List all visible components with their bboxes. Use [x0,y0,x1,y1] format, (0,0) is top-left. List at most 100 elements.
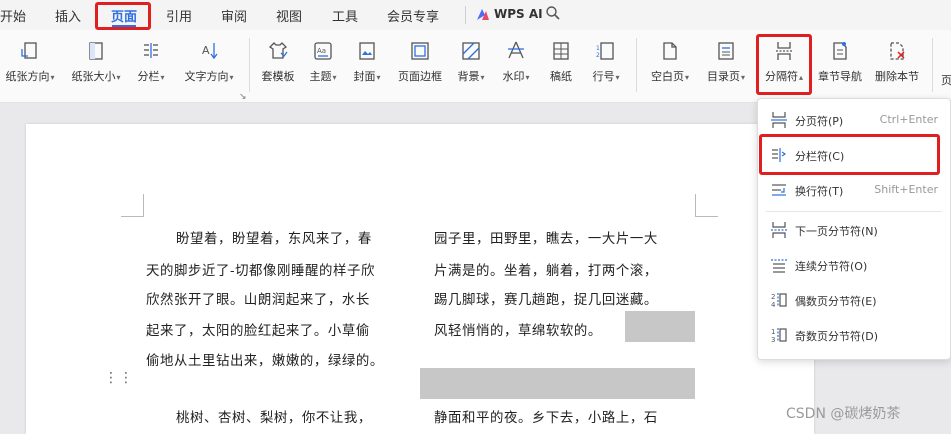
menu-view[interactable]: 视图 [276,6,302,25]
margin-corner-marker [121,194,144,217]
left-column-line[interactable]: 起来了，太阳的脸红起来了。小草偷 [146,319,370,339]
wps-ai-button[interactable]: WPS AI [494,7,543,21]
blank-page-button[interactable]: 空白页▾ [645,40,695,84]
section-nav-button[interactable]: 章节导航 [814,40,866,84]
theme-icon: Aa [314,42,332,60]
menu-member[interactable]: 会员专享 [387,6,439,25]
template-shirt-icon [268,42,288,59]
right-column-line[interactable]: 风轻悄悄的，草绵软软的。 [434,319,602,339]
chevron-down-icon: ▾ [229,73,234,82]
left-column-line[interactable]: 偷地从土里钻出来，嫩嫩的，绿绿的。 [146,349,384,369]
column-break-highlight [759,134,940,175]
page-tab-highlight [95,2,151,30]
next-page-section-icon [771,222,787,238]
menu-item-even-page-section[interactable]: 2 4 偶数页分节符(E) [758,285,950,315]
manuscript-button[interactable]: 稿纸 [546,40,576,84]
odd-page-section-icon: 1 3 [771,328,787,344]
paper-orientation-label: 纸张方向 [5,70,50,83]
background-icon [462,42,480,60]
menu-divider [465,6,466,24]
delete-section-button[interactable]: 删除本节 [870,40,924,84]
svg-text:A: A [202,44,210,57]
chevron-down-icon: ▾ [525,73,530,82]
paper-orientation-button[interactable]: 纸张方向▾ [0,40,60,84]
blank-page-icon [663,42,677,60]
chevron-down-icon: ▾ [480,73,485,82]
menu-review[interactable]: 审阅 [221,6,247,25]
ribbon-overflow-label[interactable]: 页 [941,72,951,88]
menu-item-label: 连续分节符(O) [795,260,868,273]
svg-text:1: 1 [596,45,600,52]
ribbon-divider [932,38,933,92]
menu-item-label: 分页符(P) [795,115,844,128]
columns-label: 分栏 [137,70,160,83]
menu-item-odd-page-section[interactable]: 1 3 奇数页分节符(D) [758,320,950,350]
manuscript-label: 稿纸 [550,70,572,83]
left-column-line[interactable]: 欣然张开了眼。山朗润起来了，水长 [146,288,370,308]
line-number-button[interactable]: 1 2 行号▾ [588,40,624,84]
ribbon-divider [249,38,250,92]
theme-button[interactable]: Aa 主题▾ [305,40,341,84]
left-column-line[interactable]: 天的脚步近了-切都像刚睡醒的样子欣 [146,259,375,279]
menu-references[interactable]: 引用 [166,6,192,25]
template-label: 套模板 [261,70,295,83]
svg-text:2: 2 [596,52,600,59]
cover-label: 封面 [353,70,376,83]
menu-item-continuous-section[interactable]: 连续分节符(O) [758,250,950,280]
chevron-down-icon: ▾ [332,73,337,82]
continuous-section-icon [771,259,787,273]
left-column-line[interactable]: 盼望着，盼望着，东风来了，春 [176,227,372,247]
cover-page-icon [359,42,375,60]
svg-text:Aa: Aa [317,47,326,55]
page-border-label: 页面边框 [398,70,442,83]
dialog-launcher-icon[interactable]: ↘ [239,92,247,102]
right-column-line[interactable]: 片满是的。坐着，躺着，打两个滚， [434,259,658,279]
menu-start[interactable]: 开始 [0,6,26,25]
columns-button[interactable]: 分栏▾ [133,40,169,84]
line-break-icon [772,184,786,196]
delete-section-label: 删除本节 [875,70,919,83]
delete-section-icon [890,42,905,60]
watermark-label: 水印 [502,70,525,83]
menu-item-line-break[interactable]: 换行符(T) Shift+Enter [758,175,950,205]
chevron-down-icon: ▾ [50,73,55,82]
menu-item-label: 偶数页分节符(E) [795,295,877,308]
menu-item-label: 换行符(T) [795,185,844,198]
cover-button[interactable]: 封面▾ [349,40,385,84]
right-column-line[interactable]: 园子里，田野里，瞧去，一大片一大 [434,227,658,247]
page-orientation-icon [21,42,37,59]
break-button-highlight [756,34,812,95]
line-number-icon: 1 2 [596,42,614,60]
menu-item-page-break[interactable]: 分页符(P) Ctrl+Enter [758,105,950,135]
toc-page-icon [718,42,734,60]
paper-size-icon [89,42,103,60]
right-column-line[interactable]: 踢几脚球，赛几趟跑，捉几回迷藏。 [434,288,658,308]
page-border-button[interactable]: 页面边框 [394,40,446,84]
chevron-down-icon: ▾ [740,73,745,82]
paper-size-button[interactable]: 纸张大小▾ [66,40,126,84]
svg-text:1: 1 [771,328,775,336]
manuscript-paper-icon [553,42,569,60]
text-direction-icon: A [202,43,218,60]
columns-icon [144,43,158,58]
drag-handle-icon[interactable]: ⋮⋮ [104,371,134,385]
section-nav-icon [833,42,847,60]
svg-text:4: 4 [771,301,776,309]
menu-insert[interactable]: 插入 [55,6,81,25]
search-icon[interactable] [545,5,561,21]
right-column-line[interactable]: 静面和平的夜。乡下去，小路上，石 [434,406,658,426]
text-direction-button[interactable]: A 文字方向▾ [178,40,240,84]
chevron-down-icon: ▾ [684,73,689,82]
toc-page-button[interactable]: 目录页▾ [701,40,751,84]
menu-item-next-page-section[interactable]: 下一页分节符(N) [758,215,950,245]
menu-item-shortcut: Shift+Enter [874,183,938,196]
menu-divider [766,211,942,212]
left-column-line[interactable]: 桃树、杏树、梨树，你不让我， [176,406,372,426]
watermark-button[interactable]: 水印▾ [496,40,536,84]
text-direction-label: 文字方向 [184,70,229,83]
menu-tools[interactable]: 工具 [332,6,358,25]
selection-highlight [420,368,695,399]
menu-item-label: 奇数页分节符(D) [795,330,879,343]
background-button[interactable]: 背景▾ [452,40,490,84]
template-button[interactable]: 套模板 [258,40,298,84]
